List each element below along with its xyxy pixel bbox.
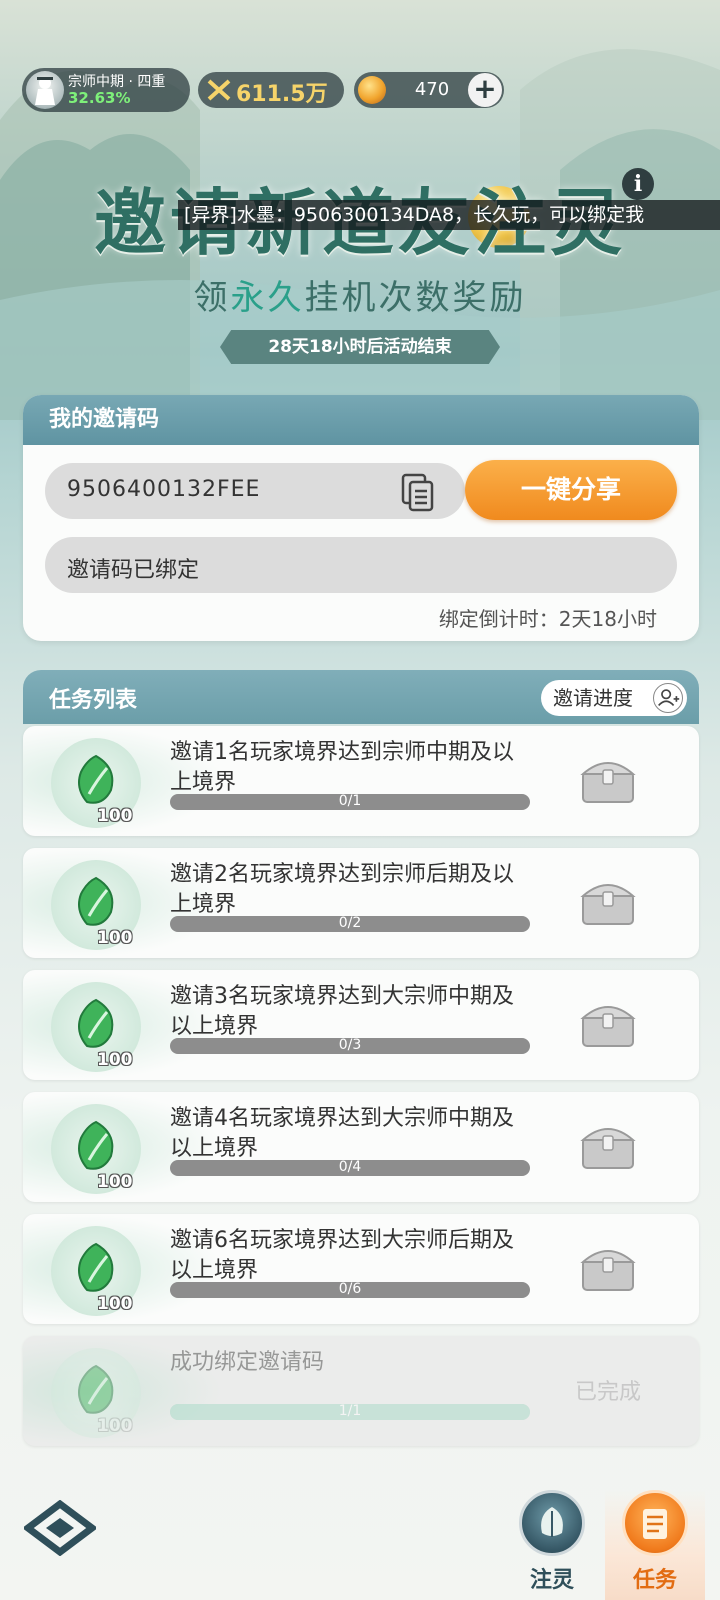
task-item: 100 邀请2名玩家境界达到宗师后期及以上境界 0/2 xyxy=(23,848,699,958)
reward-icon: 100 xyxy=(51,982,141,1072)
reward-icon: 100 xyxy=(51,1348,141,1438)
copy-icon[interactable] xyxy=(399,473,437,513)
leaf-icon xyxy=(519,1490,585,1556)
subtitle: 领永久挂机次数奖励 xyxy=(0,270,720,319)
crossed-swords-icon xyxy=(207,79,231,101)
task-progress-text: 0/6 xyxy=(338,1281,362,1297)
invite-code: 9506400132FEE xyxy=(67,477,261,502)
task-item: 100 邀请6名玩家境界达到大宗师后期及以上境界 0/6 xyxy=(23,1214,699,1324)
info-icon[interactable]: i xyxy=(622,168,654,200)
event-countdown: 28天18小时后活动结束 xyxy=(220,330,500,364)
task-status: 已完成 xyxy=(575,1380,642,1405)
rank-title: 宗师中期 · 四重 xyxy=(68,74,166,90)
cultivator-icon xyxy=(35,77,55,105)
task-progress-bar: 0/1 xyxy=(170,793,530,810)
invite-progress-button[interactable]: 邀请进度 xyxy=(541,680,687,716)
task-description: 成功绑定邀请码 xyxy=(170,1350,325,1375)
share-button[interactable]: 一键分享 xyxy=(465,460,677,520)
nav-renwu[interactable]: 任务 xyxy=(605,1490,705,1600)
currency-value: 470 xyxy=(414,79,450,100)
treasure-chest-icon[interactable] xyxy=(575,1236,641,1298)
reward-count: 100 xyxy=(97,1172,133,1192)
treasure-chest-icon[interactable] xyxy=(575,992,641,1054)
task-progress-text: 0/4 xyxy=(338,1159,362,1175)
bound-status: 邀请码已绑定 xyxy=(67,558,200,583)
task-item: 100 邀请4名玩家境界达到大宗师中期及以上境界 0/4 xyxy=(23,1092,699,1202)
subtitle-post: 挂机次数奖励 xyxy=(304,278,527,318)
rank-percent: 32.63% xyxy=(68,89,131,107)
jade-leaf-icon xyxy=(78,876,114,926)
task-item: 100 邀请3名玩家境界达到大宗师中期及以上境界 0/3 xyxy=(23,970,699,1080)
currency-pill: 470 + xyxy=(354,72,504,108)
task-description: 邀请6名玩家境界达到大宗师后期及以上境界 xyxy=(170,1228,514,1283)
user-add-icon xyxy=(653,683,683,713)
nav-zhuling-label: 注灵 xyxy=(529,1568,574,1593)
status-bar: 宗师中期 · 四重 32.63% 611.5万 470 + xyxy=(22,68,720,112)
chat-marquee: [异界]水墨：9506300134DA8，长久玩，可以绑定我 xyxy=(178,200,720,230)
invite-code-field: 9506400132FEE xyxy=(45,463,465,519)
task-item: 100 邀请1名玩家境界达到宗师中期及以上境界 0/1 xyxy=(23,726,699,836)
jade-leaf-icon xyxy=(78,1120,114,1170)
reward-icon: 100 xyxy=(51,860,141,950)
bind-countdown: 绑定倒计时：2天18小时 xyxy=(438,607,657,631)
task-progress-text: 0/2 xyxy=(338,915,362,931)
reward-icon: 100 xyxy=(51,1104,141,1194)
task-description: 邀请1名玩家境界达到宗师中期及以上境界 xyxy=(170,740,514,795)
task-progress-text: 0/1 xyxy=(338,793,362,809)
treasure-chest-icon[interactable] xyxy=(575,870,641,932)
task-panel-header: 任务列表 邀请进度 xyxy=(23,670,699,724)
bound-status-field: 邀请码已绑定 xyxy=(45,537,677,593)
reward-count: 100 xyxy=(97,806,133,826)
subtitle-pre: 领 xyxy=(193,278,231,318)
task-progress-bar: 0/4 xyxy=(170,1159,530,1176)
task-item: 100 成功绑定邀请码 1/1 已完成 xyxy=(23,1336,699,1446)
treasure-chest-icon[interactable] xyxy=(575,1114,641,1176)
reward-icon: 100 xyxy=(51,738,141,828)
menu-logo-icon[interactable] xyxy=(24,1500,96,1556)
task-progress-bar: 1/1 xyxy=(170,1403,530,1420)
power-pill: 611.5万 xyxy=(198,72,344,108)
spirit-orb-icon xyxy=(358,76,386,104)
task-progress-text: 1/1 xyxy=(338,1403,362,1419)
task-progress-bar: 0/3 xyxy=(170,1037,530,1054)
power-value: 611.5万 xyxy=(236,82,328,107)
task-description: 邀请3名玩家境界达到大宗师中期及以上境界 xyxy=(170,984,514,1039)
avatar xyxy=(26,71,64,109)
reward-count: 100 xyxy=(97,1294,133,1314)
task-description: 邀请2名玩家境界达到宗师后期及以上境界 xyxy=(170,862,514,917)
treasure-chest-icon[interactable] xyxy=(575,748,641,810)
task-description: 邀请4名玩家境界达到大宗师中期及以上境界 xyxy=(170,1106,514,1161)
nav-zhuling[interactable]: 注灵 xyxy=(502,1490,602,1600)
jade-leaf-icon xyxy=(78,998,114,1048)
invite-progress-label: 邀请进度 xyxy=(553,686,633,710)
reward-icon: 100 xyxy=(51,1226,141,1316)
rank-pill[interactable]: 宗师中期 · 四重 32.63% xyxy=(22,68,190,112)
subtitle-highlight: 永久 xyxy=(230,278,305,318)
jade-leaf-icon xyxy=(78,1364,114,1414)
add-currency-button[interactable]: + xyxy=(468,73,502,107)
task-progress-bar: 0/6 xyxy=(170,1281,530,1298)
jade-leaf-icon xyxy=(78,1242,114,1292)
task-progress-bar: 0/2 xyxy=(170,915,530,932)
nav-renwu-label: 任务 xyxy=(632,1568,677,1593)
scroll-icon xyxy=(622,1490,688,1556)
reward-count: 100 xyxy=(97,1416,133,1436)
task-list-heading: 任务列表 xyxy=(49,688,138,713)
reward-count: 100 xyxy=(97,1050,133,1070)
invite-card: 我的邀请码 9506400132FEE 一键分享 邀请码已绑定 绑定倒计时：2天… xyxy=(23,395,699,641)
task-progress-text: 0/3 xyxy=(338,1037,362,1053)
invite-heading: 我的邀请码 xyxy=(23,395,699,445)
jade-leaf-icon xyxy=(78,754,114,804)
reward-count: 100 xyxy=(97,928,133,948)
